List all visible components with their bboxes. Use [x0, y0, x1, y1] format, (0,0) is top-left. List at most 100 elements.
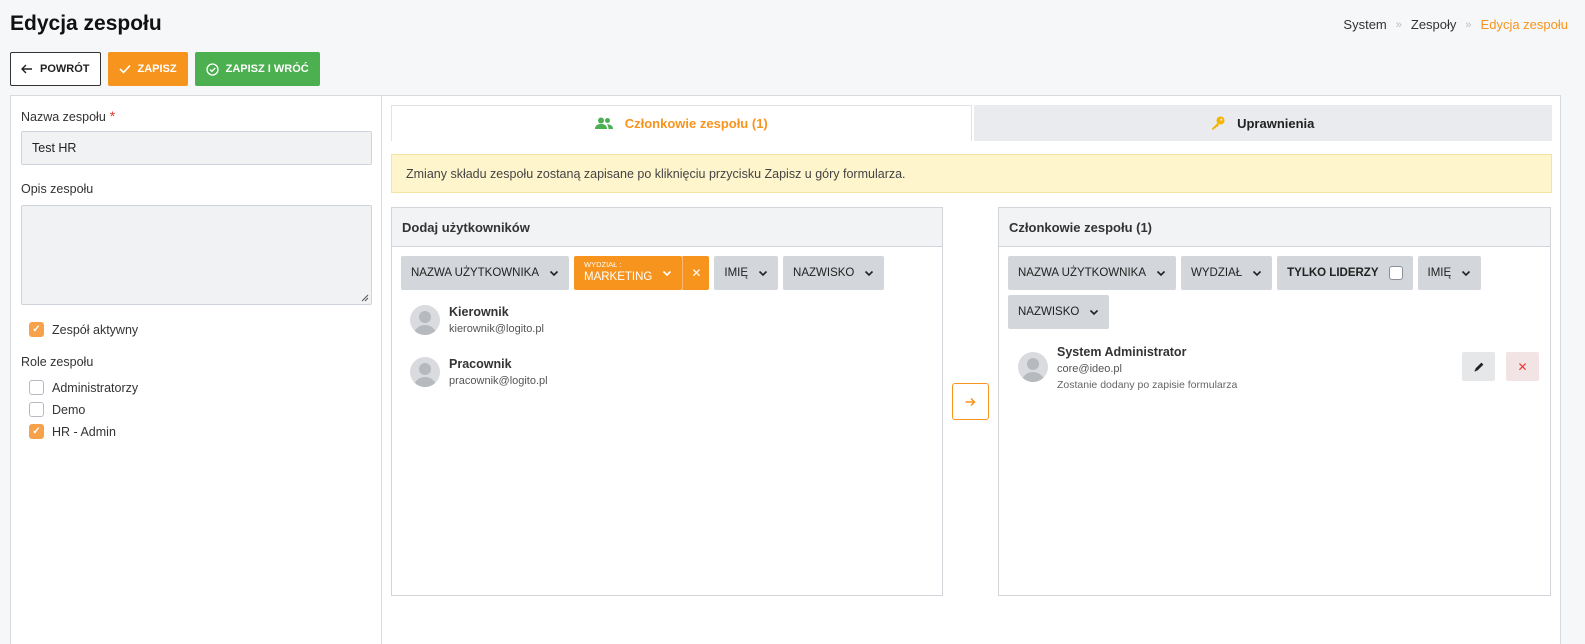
- pencil-icon: [1474, 362, 1483, 371]
- chevron-down-icon: [1156, 270, 1166, 277]
- filter-last-name[interactable]: NAZWISKO: [1008, 295, 1110, 329]
- list-item-user[interactable]: Kierownik kierownik@logito.pl: [392, 305, 942, 335]
- filter-last-name-label: NAZWISKO: [1018, 306, 1080, 318]
- member-info: System Administrator core@ideo.pl Zostan…: [1057, 345, 1237, 391]
- add-users-filters: NAZWA UŻYTKOWNIKA WYDZIAŁ : MARKETING ✕ …: [392, 247, 942, 290]
- user-info: Kierownik kierownik@logito.pl: [449, 305, 544, 335]
- team-name-label-text: Nazwa zespołu: [21, 110, 106, 124]
- team-active-checkbox-row[interactable]: ✓ Zespół aktywny: [29, 322, 138, 337]
- save-button-label: ZAPISZ: [137, 63, 177, 75]
- chevron-down-icon: [549, 270, 559, 277]
- breadcrumb-separator-icon: »: [1395, 18, 1402, 31]
- tab-permissions-label: Uprawnienia: [1237, 115, 1315, 131]
- team-name-input[interactable]: Test HR: [21, 131, 372, 165]
- chevron-down-icon: [1090, 309, 1099, 316]
- list-item-member: System Administrator core@ideo.pl Zostan…: [999, 345, 1550, 391]
- team-members-panel: Członkowie zespołu (1) NAZWA UŻYTKOWNIKA…: [998, 207, 1551, 596]
- filter-last-name-label: NAZWISKO: [793, 267, 855, 279]
- save-button[interactable]: ZAPISZ: [107, 52, 188, 86]
- filter-last-name[interactable]: NAZWISKO: [783, 256, 885, 290]
- required-mark: *: [109, 108, 116, 124]
- edit-member-button[interactable]: [1462, 352, 1495, 381]
- team-active-label: Zespół aktywny: [52, 322, 139, 337]
- main-card: Nazwa zespołu * Test HR Opis zespołu ✓ Ze…: [10, 95, 1561, 644]
- add-users-panel-title: Dodaj użytkowników: [392, 208, 942, 247]
- team-name-value: Test HR: [32, 141, 77, 155]
- breadcrumb-item-system[interactable]: System: [1343, 17, 1386, 32]
- filter-username[interactable]: NAZWA UŻYTKOWNIKA: [401, 256, 569, 290]
- back-button[interactable]: POWRÓT: [10, 52, 101, 86]
- add-users-panel: Dodaj użytkowników NAZWA UŻYTKOWNIKA WYD…: [391, 207, 943, 596]
- list-item-user[interactable]: Pracownik pracownik@logito.pl: [392, 357, 942, 387]
- avatar: [1018, 352, 1048, 382]
- close-icon: ✕: [691, 266, 702, 280]
- filter-department-value: MARKETING: [584, 270, 653, 283]
- arrow-left-icon: [21, 64, 32, 74]
- role-checkbox[interactable]: [29, 402, 44, 417]
- breadcrumb: System » Zespoły » Edycja zespołu: [1343, 17, 1568, 32]
- key-icon: [1212, 116, 1225, 130]
- filter-first-name[interactable]: IMIĘ: [714, 256, 779, 290]
- remove-member-button[interactable]: ✕: [1506, 352, 1539, 381]
- filter-first-name-label: IMIĘ: [1427, 267, 1452, 279]
- chevron-down-icon: [663, 270, 672, 277]
- save-and-back-button[interactable]: ZAPISZ I WRÓĆ: [194, 52, 320, 86]
- role-label: Demo: [52, 402, 86, 417]
- team-members-panel-title: Członkowie zespołu (1): [999, 208, 1550, 247]
- user-email: kierownik@logito.pl: [449, 323, 544, 335]
- close-icon: ✕: [1517, 359, 1528, 374]
- clear-department-filter-button[interactable]: ✕: [682, 256, 710, 290]
- filter-username-label: NAZWA UŻYTKOWNIKA: [411, 267, 539, 279]
- page-title: Edycja zespołu: [10, 12, 162, 35]
- filter-department[interactable]: WYDZIAŁ: [1181, 256, 1273, 290]
- role-checkbox[interactable]: [29, 380, 44, 395]
- check-circle-icon: [205, 62, 219, 76]
- toolbar: POWRÓT ZAPISZ ZAPISZ I WRÓĆ: [10, 52, 320, 86]
- role-label: HR - Admin: [52, 424, 116, 439]
- role-label: Administratorzy: [52, 380, 139, 395]
- tab-bar: Członkowie zespołu (1) Uprawnienia: [391, 105, 1552, 141]
- back-button-label: POWRÓT: [40, 63, 90, 75]
- arrow-right-icon: [965, 397, 976, 406]
- filter-leaders-only[interactable]: TYLKO LIDERZY: [1277, 256, 1413, 290]
- leaders-only-checkbox[interactable]: [1388, 266, 1403, 280]
- filter-username[interactable]: NAZWA UŻYTKOWNIKA: [1008, 256, 1176, 290]
- member-email: core@ideo.pl: [1057, 363, 1122, 375]
- tab-permissions[interactable]: Uprawnienia: [971, 105, 1552, 141]
- save-and-back-button-label: ZAPISZ I WRÓĆ: [225, 63, 309, 75]
- breadcrumb-item-teams[interactable]: Zespoły: [1411, 17, 1457, 32]
- user-name: Pracownik: [449, 357, 512, 371]
- team-members-section: Członkowie zespołu (1) Uprawnienia Zmian…: [391, 96, 1556, 644]
- user-email: pracownik@logito.pl: [449, 375, 548, 387]
- chevron-down-icon: [1253, 270, 1262, 277]
- add-selected-button[interactable]: [952, 383, 989, 420]
- filter-first-name-label: IMIĘ: [724, 267, 749, 279]
- filter-department-active[interactable]: WYDZIAŁ : MARKETING: [574, 256, 683, 290]
- team-members-filters: NAZWA UŻYTKOWNIKA WYDZIAŁ TYLKO LIDERZY …: [999, 247, 1550, 329]
- role-item-hr-admin[interactable]: ✓ HR - Admin: [29, 424, 116, 439]
- filter-department-key: WYDZIAŁ :: [584, 260, 622, 270]
- member-pending-note: Zostanie dodany po zapisie formularza: [1057, 379, 1238, 391]
- role-checkbox[interactable]: ✓: [29, 424, 44, 439]
- member-name: System Administrator: [1057, 345, 1187, 359]
- check-icon: [118, 64, 131, 74]
- users-icon: [594, 117, 613, 129]
- notice-alert: Zmiany składu zespołu zostaną zapisane p…: [391, 154, 1552, 193]
- filter-username-label: NAZWA UŻYTKOWNIKA: [1018, 267, 1146, 279]
- team-roles-label: Role zespołu: [21, 355, 94, 369]
- team-name-label: Nazwa zespołu *: [21, 108, 115, 124]
- tab-members[interactable]: Członkowie zespołu (1): [391, 105, 972, 141]
- team-description-label: Opis zespołu: [21, 182, 94, 196]
- tab-members-label: Członkowie zespołu (1): [624, 116, 768, 131]
- user-name: Kierownik: [449, 305, 509, 319]
- filter-first-name[interactable]: IMIĘ: [1417, 256, 1482, 290]
- breadcrumb-separator-icon: »: [1465, 18, 1472, 31]
- avatar: [410, 357, 440, 387]
- team-active-checkbox[interactable]: ✓: [29, 322, 44, 337]
- resize-grip-icon[interactable]: [361, 294, 369, 302]
- role-item-administrators[interactable]: Administratorzy: [29, 380, 138, 395]
- team-description-textarea[interactable]: [21, 205, 372, 305]
- filter-department-label: WYDZIAŁ: [1191, 267, 1243, 279]
- role-item-demo[interactable]: Demo: [29, 402, 85, 417]
- chevron-down-icon: [865, 270, 874, 277]
